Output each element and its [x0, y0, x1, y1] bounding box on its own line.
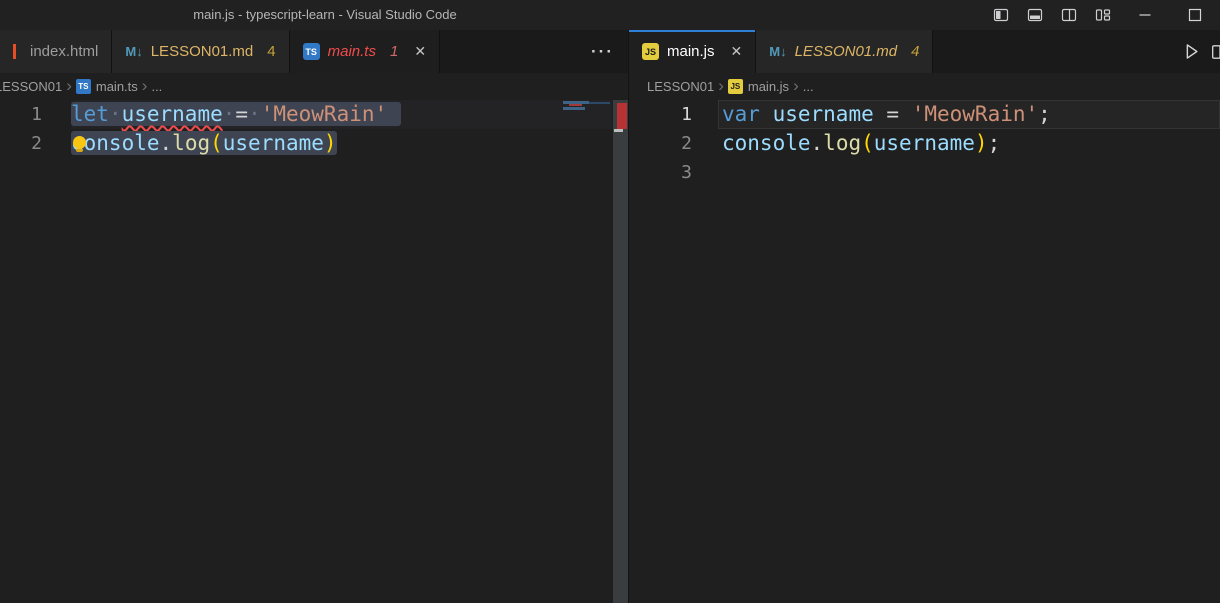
line-number: 1: [629, 100, 692, 129]
code-line[interactable]: 1 let·username·=·'MeowRain': [0, 100, 611, 129]
vertical-scrollbar[interactable]: [613, 100, 628, 603]
chevron-right-icon: ›: [793, 76, 799, 96]
selection-highlight: console.log(username): [71, 131, 337, 155]
tab-main-ts[interactable]: TS main.ts 1 ✕: [290, 30, 440, 73]
breadcrumb-right: LESSON01 › JS main.js › ...: [629, 73, 1220, 100]
breadcrumb-left: LESSON01 › TS main.ts › ...: [0, 73, 628, 100]
selection-highlight: let·username·=·'MeowRain': [71, 102, 401, 126]
breadcrumb-file[interactable]: main.js: [748, 79, 789, 94]
problem-count-badge: 1: [390, 43, 398, 60]
code-line-content: var username = 'MeowRain';: [718, 100, 1220, 129]
tab-label: LESSON01.md: [795, 43, 898, 60]
markdown-icon: M↓: [125, 44, 142, 59]
tabbar-right: JS main.js ✕ M↓ LESSON01.md 4: [629, 30, 1220, 73]
minimap[interactable]: [563, 101, 611, 113]
line-number: 3: [629, 158, 692, 187]
code-line-content: console.log(username): [71, 129, 611, 158]
tab-lesson01-md[interactable]: M↓ LESSON01.md 4: [112, 30, 289, 73]
toggle-panel-icon[interactable]: [1018, 0, 1052, 30]
breadcrumb-symbol[interactable]: ...: [803, 79, 814, 94]
tabbar-left: index.html M↓ LESSON01.md 4 TS main.ts 1…: [0, 30, 628, 73]
typescript-icon: TS: [303, 43, 320, 60]
toggle-sidebar-icon[interactable]: [984, 0, 1018, 30]
tab-main-js[interactable]: JS main.js ✕: [629, 30, 756, 73]
overview-ruler-error-mark: [617, 103, 627, 129]
html-icon: [13, 44, 16, 59]
editor-left[interactable]: 1 let·username·=·'MeowRain' 2 console.log(u…: [0, 100, 628, 603]
tab-label: index.html: [30, 43, 98, 60]
line-number: 2: [0, 129, 42, 158]
breadcrumb-folder[interactable]: LESSON01: [647, 79, 714, 94]
editor-actions: [1182, 30, 1220, 73]
close-icon[interactable]: ✕: [731, 43, 743, 60]
close-icon[interactable]: ✕: [414, 43, 426, 60]
tab-lesson01-md-preview[interactable]: M↓ LESSON01.md 4: [756, 30, 933, 73]
problem-count-badge: 4: [267, 43, 275, 60]
line-number: 1: [0, 100, 42, 129]
chevron-right-icon: ›: [66, 76, 72, 96]
maximize-button[interactable]: [1170, 0, 1220, 30]
breadcrumb-folder[interactable]: LESSON01: [0, 79, 62, 94]
code-line[interactable]: 2 console.log(username): [0, 129, 611, 158]
javascript-icon: JS: [728, 79, 743, 94]
chevron-right-icon: ›: [142, 76, 148, 96]
code-area-right: 1 var username = 'MeowRain'; 2 console.log(…: [629, 100, 1220, 187]
editor-right[interactable]: 1 var username = 'MeowRain'; 2 console.log(…: [629, 100, 1220, 603]
code-line-content: [718, 158, 1220, 187]
problem-count-badge: 4: [911, 43, 919, 60]
toggle-secondary-sidebar-icon[interactable]: [1052, 0, 1086, 30]
window-title: main.js - typescript-learn - Visual Stud…: [193, 0, 457, 30]
javascript-icon: JS: [642, 43, 659, 60]
tab-label: main.js: [667, 43, 715, 60]
breadcrumb-file[interactable]: main.ts: [96, 79, 138, 94]
editor-group-left: index.html M↓ LESSON01.md 4 TS main.ts 1…: [0, 30, 629, 603]
run-code-icon[interactable]: [1182, 42, 1201, 61]
tab-label: LESSON01.md: [151, 43, 254, 60]
code-area-left: 1 let·username·=·'MeowRain' 2 console.log(u…: [0, 100, 628, 158]
code-line-content: console.log(username);: [718, 129, 1220, 158]
typescript-icon: TS: [76, 79, 91, 94]
more-actions-icon[interactable]: ···: [591, 30, 614, 73]
window-controls: [984, 0, 1220, 30]
titlebar: main.js - typescript-learn - Visual Stud…: [0, 0, 1220, 30]
line-number: 2: [629, 129, 692, 158]
customize-layout-icon[interactable]: [1086, 0, 1120, 30]
lightbulb-icon[interactable]: [73, 136, 86, 149]
code-line-content: let·username·=·'MeowRain': [71, 100, 611, 129]
tab-label: main.ts: [328, 43, 376, 60]
markdown-icon: M↓: [769, 44, 786, 59]
overview-ruler-selection-mark: [614, 129, 623, 132]
tab-index-html[interactable]: index.html: [0, 30, 112, 73]
breadcrumb-symbol[interactable]: ...: [151, 79, 162, 94]
code-line[interactable]: 3: [629, 158, 1220, 187]
vscode-window: main.js - typescript-learn - Visual Stud…: [0, 0, 1220, 603]
minimize-button[interactable]: [1120, 0, 1170, 30]
chevron-right-icon: ›: [718, 76, 724, 96]
code-line[interactable]: 2 console.log(username);: [629, 129, 1220, 158]
editor-group-right: JS main.js ✕ M↓ LESSON01.md 4: [629, 30, 1220, 603]
split-editor-icon[interactable]: [1211, 43, 1220, 61]
code-line[interactable]: 1 var username = 'MeowRain';: [629, 100, 1220, 129]
